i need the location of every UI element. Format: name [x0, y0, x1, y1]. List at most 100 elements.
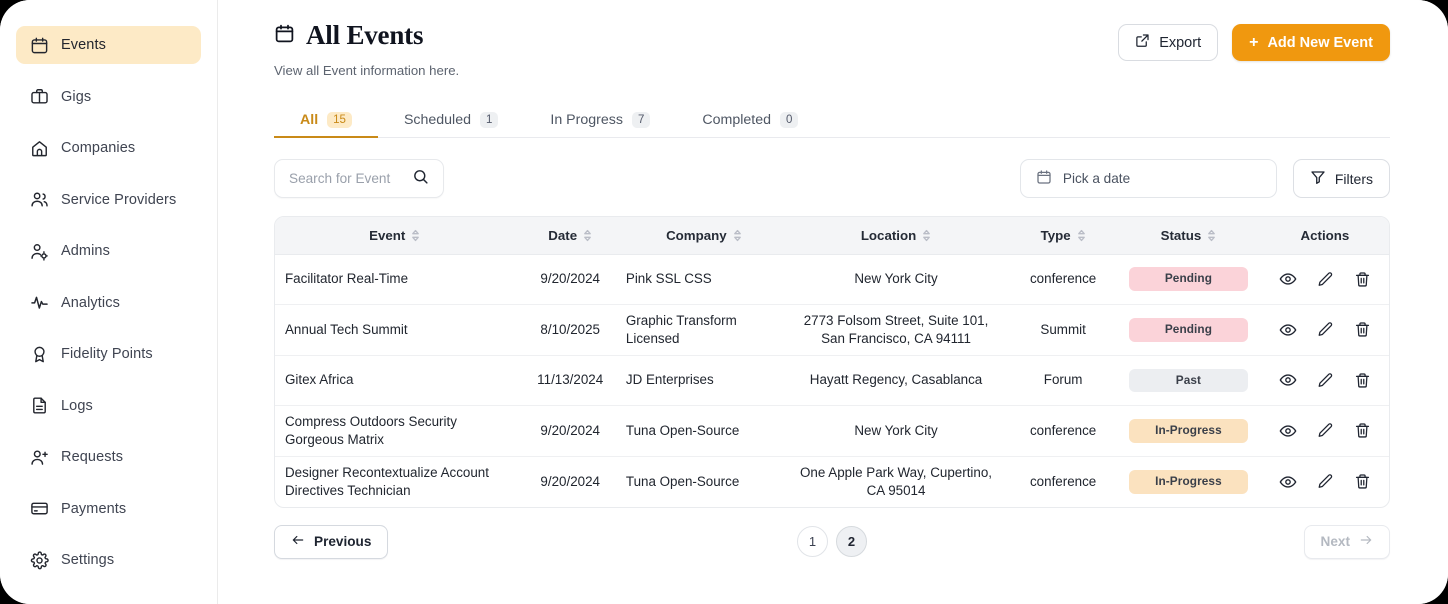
external-link-icon — [1135, 33, 1150, 52]
cell-status: Pending — [1116, 305, 1261, 356]
trash-icon[interactable] — [1354, 473, 1371, 490]
column-header-company[interactable]: Company — [626, 217, 782, 254]
sidebar-item-gigs[interactable]: Gigs — [16, 78, 201, 116]
column-header-status[interactable]: Status — [1116, 217, 1261, 254]
sidebar-item-service-providers[interactable]: Service Providers — [16, 181, 201, 219]
pencil-icon[interactable] — [1317, 271, 1334, 288]
cell-event: Annual Tech Summit — [275, 305, 515, 356]
funnel-icon — [1310, 169, 1326, 188]
date-picker-label: Pick a date — [1063, 171, 1130, 186]
column-label: Event — [369, 228, 405, 243]
table-toolbar: Search for Event Pick a date Filters — [274, 159, 1390, 198]
cell-date: 9/20/2024 — [515, 456, 626, 507]
pencil-icon[interactable] — [1317, 372, 1334, 389]
tab-all[interactable]: All 15 — [274, 112, 378, 137]
cell-location: New York City — [782, 406, 1010, 457]
pulse-icon — [30, 293, 49, 312]
page-number-1[interactable]: 1 — [797, 526, 828, 557]
tab-scheduled[interactable]: Scheduled 1 — [378, 112, 524, 137]
column-header-type[interactable]: Type — [1010, 217, 1116, 254]
tab-count: 15 — [327, 112, 352, 128]
calendar-icon — [274, 23, 295, 49]
table-row[interactable]: Compress Outdoors Security Gorgeous Matr… — [275, 406, 1389, 457]
sort-icon[interactable] — [922, 229, 931, 242]
column-header-date[interactable]: Date — [515, 217, 626, 254]
tab-label: In Progress — [550, 112, 623, 128]
export-button[interactable]: Export — [1118, 24, 1218, 61]
trash-icon[interactable] — [1354, 321, 1371, 338]
sidebar-item-label: Logs — [61, 398, 93, 414]
eye-icon[interactable] — [1279, 270, 1297, 288]
cell-status: In-Progress — [1116, 406, 1261, 457]
sidebar-item-logs[interactable]: Logs — [16, 387, 201, 425]
trash-icon[interactable] — [1354, 271, 1371, 288]
next-button[interactable]: Next — [1304, 525, 1390, 559]
sidebar-item-label: Service Providers — [61, 192, 176, 208]
table-row[interactable]: Gitex Africa 11/13/2024 JD Enterprises H… — [275, 355, 1389, 406]
tab-completed[interactable]: Completed 0 — [676, 112, 824, 137]
pencil-icon[interactable] — [1317, 473, 1334, 490]
sort-icon[interactable] — [1077, 229, 1086, 242]
sidebar-item-settings[interactable]: Settings — [16, 541, 201, 579]
sidebar-item-analytics[interactable]: Analytics — [16, 284, 201, 322]
status-badge: In-Progress — [1129, 470, 1248, 494]
trash-icon[interactable] — [1354, 422, 1371, 439]
sort-icon[interactable] — [411, 229, 420, 242]
cell-date: 11/13/2024 — [515, 355, 626, 406]
sidebar-item-events[interactable]: Events — [16, 26, 201, 64]
sidebar-item-label: Admins — [61, 243, 110, 259]
cell-actions — [1261, 355, 1389, 406]
cell-company: Graphic Transform Licensed — [626, 305, 782, 356]
award-icon — [30, 345, 49, 364]
search-box[interactable]: Search for Event — [274, 159, 444, 198]
sidebar-item-label: Events — [61, 37, 106, 53]
eye-icon[interactable] — [1279, 473, 1297, 491]
main-content: All Events View all Event information he… — [218, 0, 1448, 604]
sidebar-item-payments[interactable]: Payments — [16, 490, 201, 528]
table-row[interactable]: Annual Tech Summit 8/10/2025 Graphic Tra… — [275, 305, 1389, 356]
eye-icon[interactable] — [1279, 321, 1297, 339]
page-number-2[interactable]: 2 — [836, 526, 867, 557]
eye-icon[interactable] — [1279, 371, 1297, 389]
pencil-icon[interactable] — [1317, 422, 1334, 439]
cell-type: Forum — [1010, 355, 1116, 406]
sidebar-item-requests[interactable]: Requests — [16, 438, 201, 476]
sidebar-item-companies[interactable]: Companies — [16, 129, 201, 167]
cell-event: Gitex Africa — [275, 355, 515, 406]
tab-in-progress[interactable]: In Progress 7 — [524, 112, 676, 137]
arrow-right-icon — [1359, 533, 1373, 550]
table-row[interactable]: Facilitator Real-Time 9/20/2024 Pink SSL… — [275, 254, 1389, 305]
page-header: All Events View all Event information he… — [274, 22, 1390, 78]
column-header-location[interactable]: Location — [782, 217, 1010, 254]
previous-button[interactable]: Previous — [274, 525, 388, 559]
search-input[interactable]: Search for Event — [289, 171, 390, 186]
filters-button[interactable]: Filters — [1293, 159, 1390, 198]
table-row[interactable]: Designer Recontextualize Account Directi… — [275, 456, 1389, 507]
column-label: Location — [861, 228, 916, 243]
cell-type: conference — [1010, 406, 1116, 457]
sort-icon[interactable] — [583, 229, 592, 242]
sidebar-item-label: Settings — [61, 552, 114, 568]
sidebar-item-admins[interactable]: Admins — [16, 232, 201, 270]
status-tabs: All 15 Scheduled 1 In Progress 7 Complet… — [274, 106, 1390, 138]
sort-icon[interactable] — [733, 229, 742, 242]
column-label: Company — [666, 228, 727, 243]
pencil-icon[interactable] — [1317, 321, 1334, 338]
add-new-event-button[interactable]: + Add New Event — [1232, 24, 1390, 61]
eye-icon[interactable] — [1279, 422, 1297, 440]
previous-button-label: Previous — [314, 534, 371, 549]
cell-type: conference — [1010, 456, 1116, 507]
sidebar-item-label: Analytics — [61, 295, 120, 311]
sort-icon[interactable] — [1207, 229, 1216, 242]
column-label: Date — [548, 228, 577, 243]
date-picker[interactable]: Pick a date — [1020, 159, 1277, 198]
search-icon[interactable] — [412, 168, 429, 190]
status-badge: In-Progress — [1129, 419, 1248, 443]
home-icon — [30, 139, 49, 158]
column-header-event[interactable]: Event — [275, 217, 515, 254]
trash-icon[interactable] — [1354, 372, 1371, 389]
cell-company: Pink SSL CSS — [626, 254, 782, 305]
users-icon — [30, 190, 49, 209]
tab-label: All — [300, 112, 318, 128]
sidebar-item-fidelity-points[interactable]: Fidelity Points — [16, 335, 201, 373]
